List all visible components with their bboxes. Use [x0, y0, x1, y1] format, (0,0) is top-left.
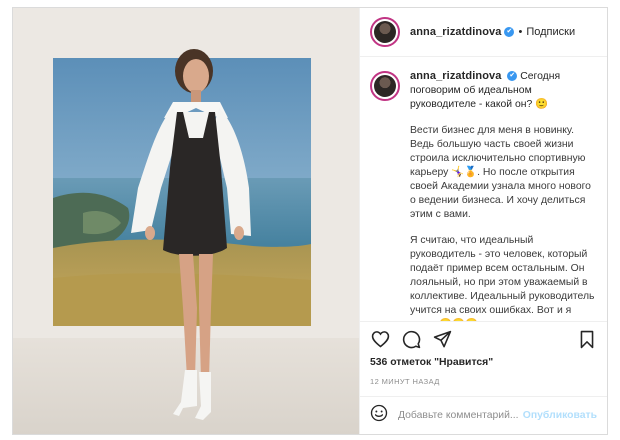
caption-verified-badge-icon: ✔: [507, 70, 518, 81]
heart-icon[interactable]: [370, 329, 390, 349]
author-username[interactable]: anna_rizatdinova: [410, 26, 501, 38]
caption-paragraph: Вести бизнес для меня в новинку. Ведь бо…: [410, 124, 591, 220]
smiley-icon[interactable]: [370, 404, 388, 427]
bookmark-icon[interactable]: [577, 329, 597, 349]
post-timestamp[interactable]: 12 МИНУТ НАЗАД: [360, 373, 607, 391]
post-dialog: anna_rizatdinova ✔ • Подписки anna_rizat…: [12, 7, 608, 435]
post-image: [13, 8, 359, 434]
post-comment-button[interactable]: Опубликовать: [523, 410, 597, 421]
caption-paragraph: Я считаю, что идеальный руководитель - э…: [410, 234, 595, 321]
following-button[interactable]: Подписки: [526, 26, 575, 38]
post-header: anna_rizatdinova ✔ • Подписки: [360, 8, 607, 57]
comment-icon[interactable]: [401, 329, 421, 349]
separator-dot: •: [518, 25, 523, 38]
caption-username[interactable]: anna_rizatdinova: [410, 70, 501, 82]
share-icon[interactable]: [432, 329, 452, 349]
action-bar: [360, 321, 607, 357]
author-avatar[interactable]: [370, 16, 400, 47]
post-photo[interactable]: [13, 8, 359, 434]
comment-input[interactable]: Добавьте комментарий...: [398, 410, 523, 421]
comment-form: Добавьте комментарий... Опубликовать: [360, 396, 607, 434]
verified-badge-icon: ✔: [504, 26, 515, 37]
likes-count[interactable]: 536 отметок "Нравится": [360, 357, 607, 373]
caption-avatar[interactable]: [370, 70, 400, 101]
caption-body: anna_rizatdinova ✔ Сегодня поговорим об …: [410, 69, 597, 321]
caption-first-line: anna_rizatdinova ✔ Сегодня поговорим об …: [410, 69, 597, 112]
caption-area: anna_rizatdinova ✔ Сегодня поговорим об …: [360, 57, 607, 321]
post-side-panel: anna_rizatdinova ✔ • Подписки anna_rizat…: [359, 8, 607, 434]
